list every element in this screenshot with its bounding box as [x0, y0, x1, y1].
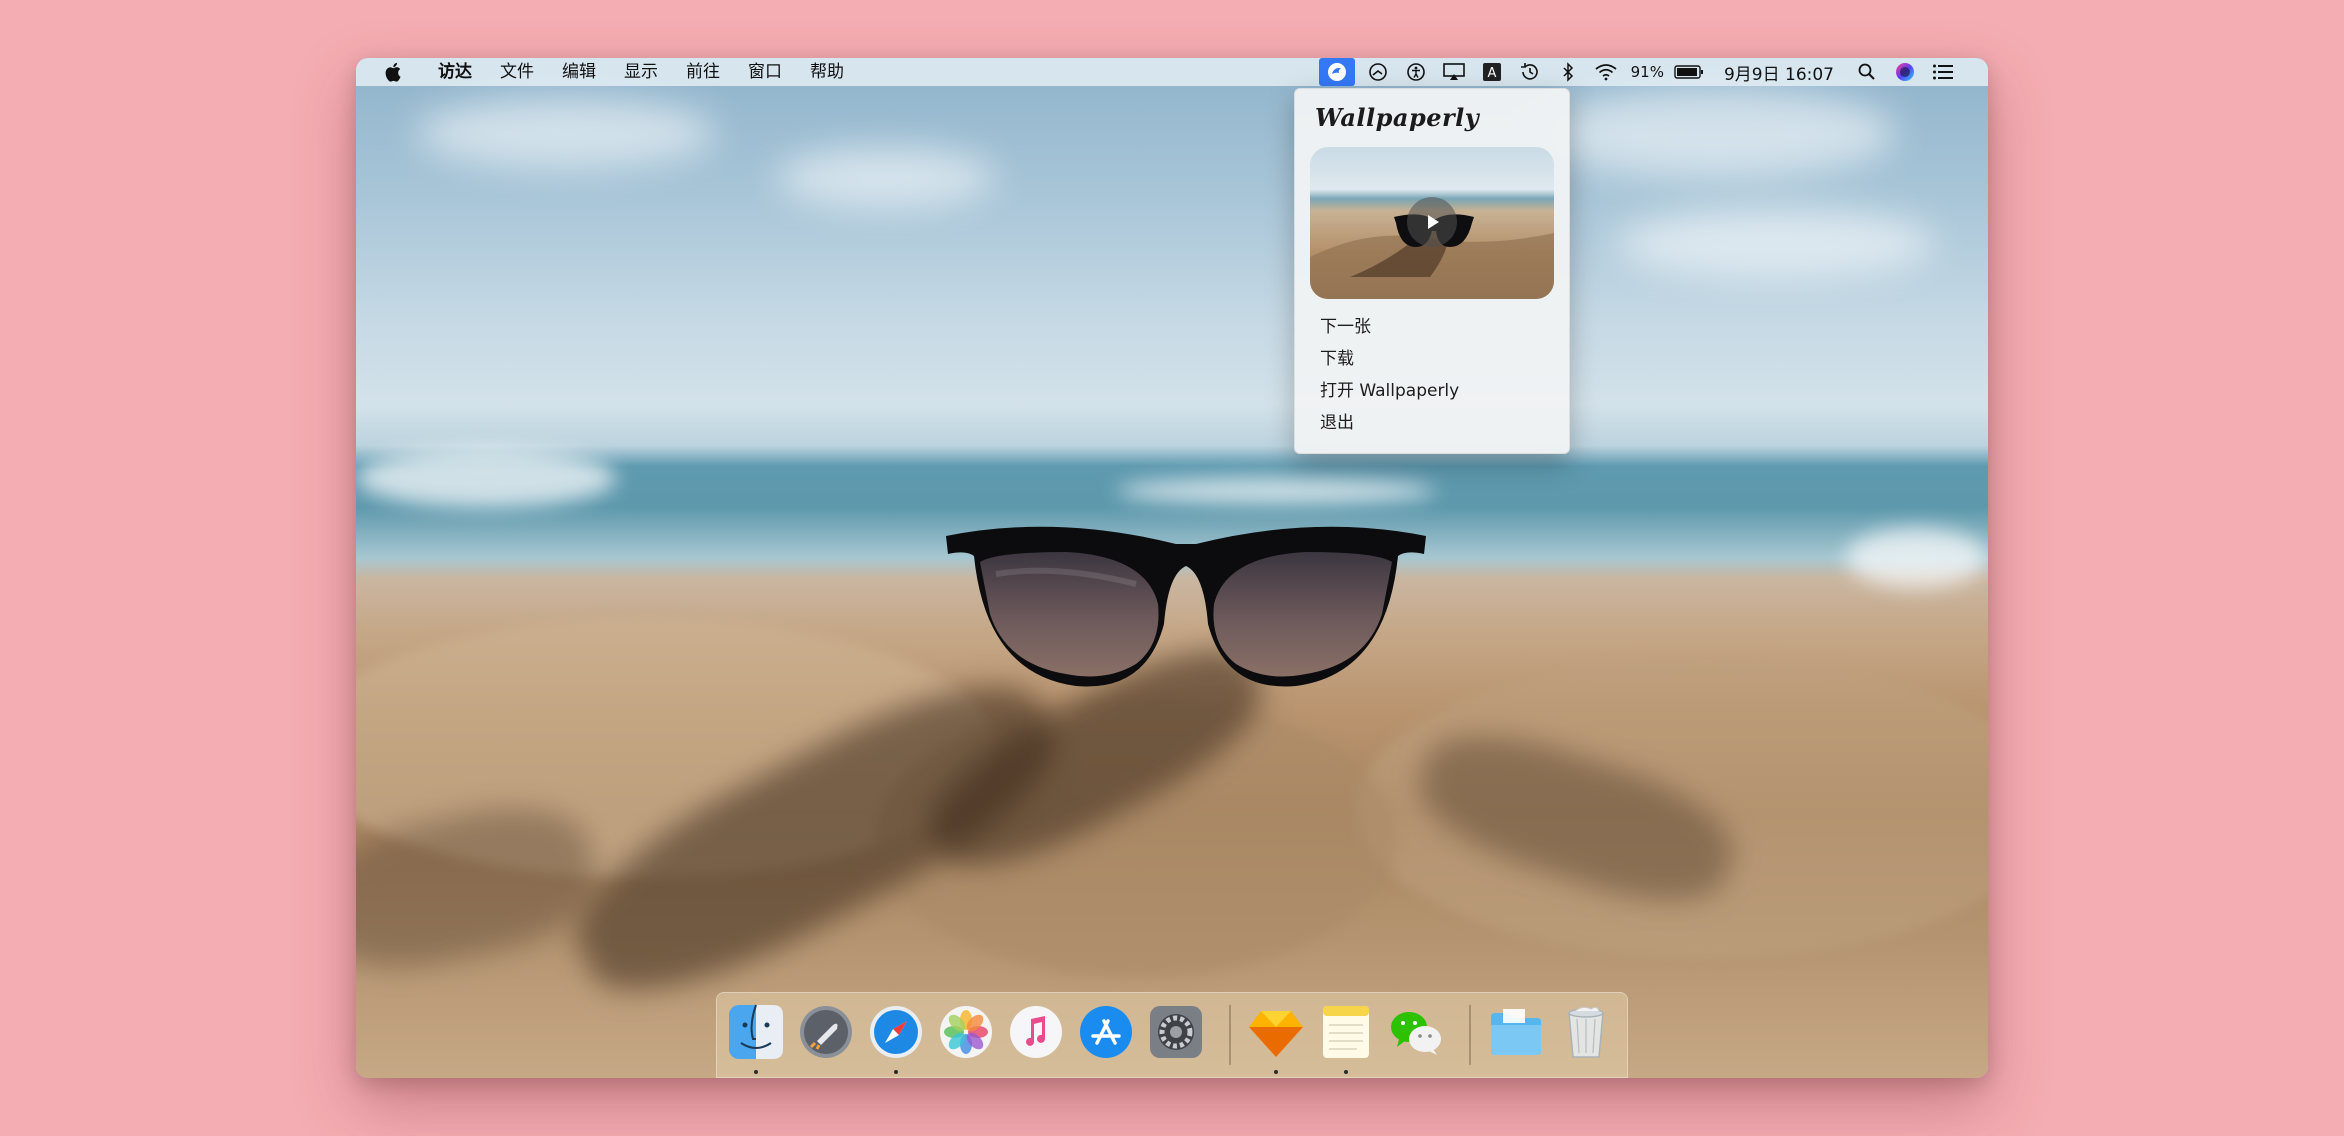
menu-window[interactable]: 窗口: [734, 58, 796, 86]
battery-percent: 91%: [1630, 63, 1664, 81]
trash-icon[interactable]: [1557, 1003, 1615, 1061]
dropdown-title: Wallpaperly: [1315, 103, 1480, 132]
dock: [716, 992, 1628, 1078]
launchpad-icon[interactable]: [797, 1003, 855, 1061]
menu-open-wallpaperly[interactable]: 打开 Wallpaperly: [1320, 375, 1459, 407]
photos-icon[interactable]: [937, 1003, 995, 1061]
menu-app-name[interactable]: 访达: [424, 58, 486, 86]
system-preferences-icon[interactable]: [1147, 1003, 1205, 1061]
airplay-icon[interactable]: [1439, 58, 1469, 86]
notes-icon[interactable]: [1317, 1003, 1375, 1061]
wallpaperly-status-icon[interactable]: [1318, 58, 1355, 86]
menu-clock[interactable]: 9月9日 16:07: [1724, 60, 1834, 85]
desktop-screen: 访达 文件 编辑 显示 前往 窗口 帮助 A 91% 9月9日 16:07 Wa…: [356, 58, 1988, 1078]
wechat-icon[interactable]: [1387, 1003, 1445, 1061]
menu-view[interactable]: 显示: [610, 58, 672, 86]
bluetooth-icon[interactable]: [1553, 58, 1583, 86]
wallpaper-preview-thumbnail[interactable]: [1310, 147, 1554, 299]
wifi-icon[interactable]: [1591, 58, 1621, 86]
menu-quit[interactable]: 退出: [1320, 407, 1459, 439]
folder-icon[interactable]: [1487, 1003, 1545, 1061]
accessibility-icon[interactable]: [1401, 58, 1431, 86]
siri-icon[interactable]: [1890, 58, 1920, 86]
app-store-icon[interactable]: [1077, 1003, 1135, 1061]
sunglasses-image: [946, 526, 1426, 687]
menu-help[interactable]: 帮助: [796, 58, 858, 86]
play-icon[interactable]: [1407, 197, 1457, 247]
input-method-icon[interactable]: A: [1477, 58, 1507, 86]
sketch-icon[interactable]: [1247, 1003, 1305, 1061]
notification-center-icon[interactable]: [1928, 58, 1958, 86]
svg-text:A: A: [1487, 66, 1496, 81]
menu-download[interactable]: 下载: [1320, 343, 1459, 375]
wallpaperly-dropdown-menu: Wallpaperly 下一张 下载 打开 Wallpaperly 退出: [1294, 88, 1570, 454]
menu-next-wallpaper[interactable]: 下一张: [1320, 311, 1459, 343]
spotlight-search-icon[interactable]: [1852, 58, 1882, 86]
apple-menu-icon[interactable]: [380, 62, 408, 82]
menu-edit[interactable]: 编辑: [548, 58, 610, 86]
menu-file[interactable]: 文件: [486, 58, 548, 86]
dropdown-menu-list: 下一张 下载 打开 Wallpaperly 退出: [1320, 311, 1459, 439]
menu-go[interactable]: 前往: [672, 58, 734, 86]
time-machine-icon[interactable]: [1515, 58, 1545, 86]
music-icon[interactable]: [1007, 1003, 1065, 1061]
battery-icon[interactable]: [1674, 58, 1704, 86]
finder-icon[interactable]: [727, 1003, 785, 1061]
menu-bar: 访达 文件 编辑 显示 前往 窗口 帮助 A 91% 9月9日 16:07: [356, 58, 1988, 86]
safari-icon[interactable]: [867, 1003, 925, 1061]
speedometer-icon[interactable]: [1363, 58, 1393, 86]
